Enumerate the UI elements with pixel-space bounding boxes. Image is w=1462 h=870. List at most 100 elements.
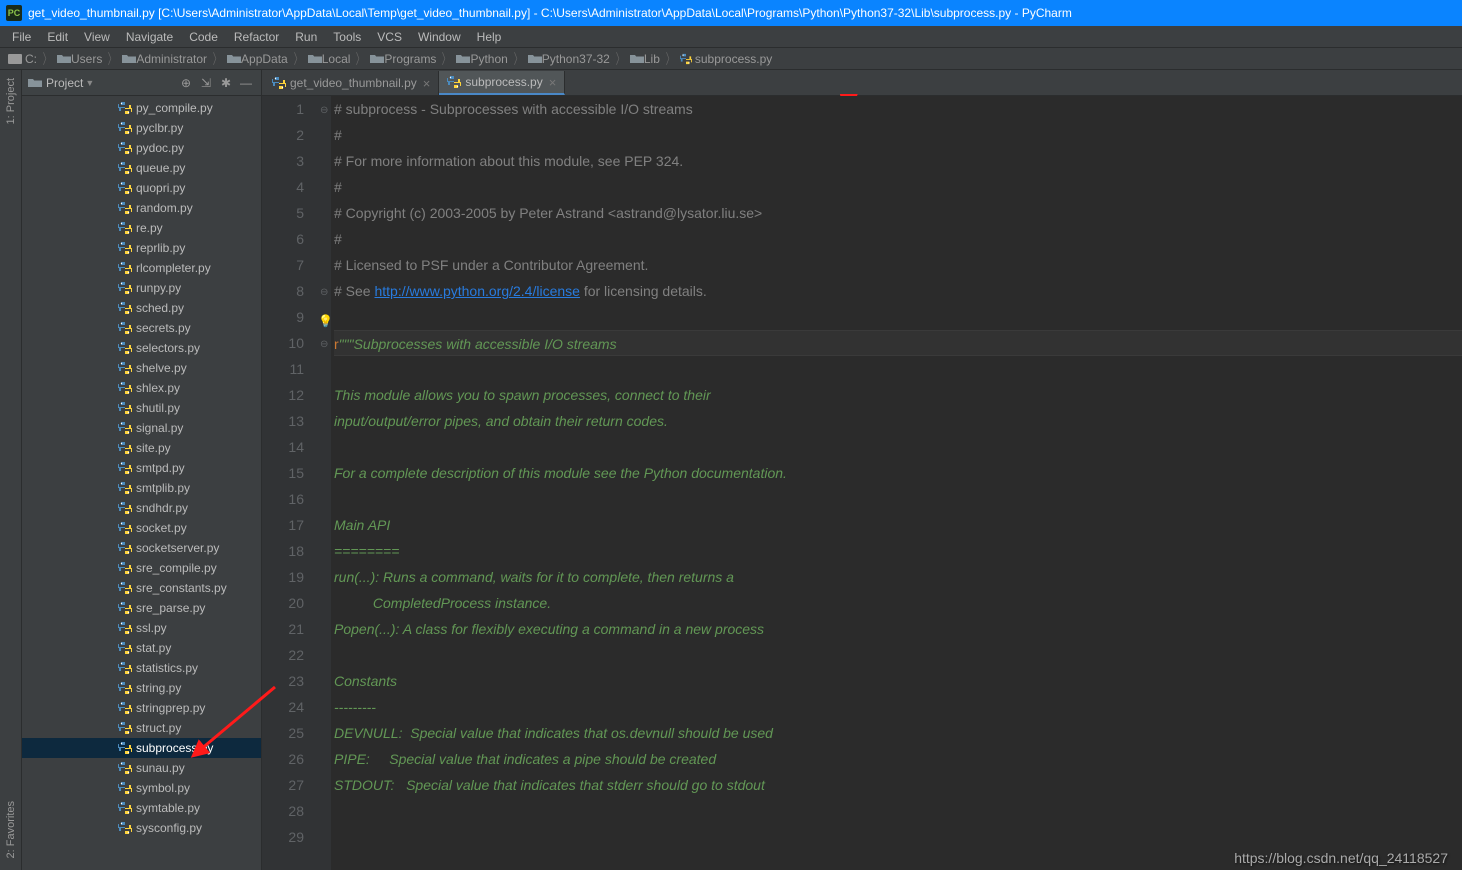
project-header: Project ▼ ⊕ ⇲ ✱ — [22,70,261,96]
file-item[interactable]: ssl.py [22,618,261,638]
file-item[interactable]: re.py [22,218,261,238]
crumb-disk[interactable]: C: [6,52,39,66]
file-item[interactable]: quopri.py [22,178,261,198]
file-item[interactable]: shelve.py [22,358,261,378]
file-item[interactable]: sre_parse.py [22,598,261,618]
menu-run[interactable]: Run [287,28,325,46]
menu-tools[interactable]: Tools [325,28,369,46]
file-item[interactable]: selectors.py [22,338,261,358]
file-item[interactable]: random.py [22,198,261,218]
crumb-local[interactable]: Local [306,52,353,66]
file-item[interactable]: statistics.py [22,658,261,678]
python-file-icon [118,321,132,335]
tab-label: get_video_thumbnail.py [290,76,417,90]
file-item[interactable]: py_compile.py [22,98,261,118]
file-item[interactable]: struct.py [22,718,261,738]
file-label: re.py [136,221,163,235]
gear-icon[interactable]: ✱ [217,74,235,92]
file-item[interactable]: smtplib.py [22,478,261,498]
crumb-appdata[interactable]: AppData [225,52,290,66]
close-icon[interactable]: × [549,75,557,90]
file-item[interactable]: shlex.py [22,378,261,398]
file-item[interactable]: stringprep.py [22,698,261,718]
file-item[interactable]: string.py [22,678,261,698]
file-label: subprocess.py [136,741,213,755]
editor-tabs: get_video_thumbnail.py × subprocess.py × [262,70,1462,96]
python-file-icon [118,121,132,135]
file-label: rlcompleter.py [136,261,211,275]
folder-icon [630,53,644,64]
python-file-icon [118,641,132,655]
locate-icon[interactable]: ⊕ [177,74,195,92]
tool-tab-project[interactable]: 1: Project [3,70,19,132]
file-label: socket.py [136,521,187,535]
file-item[interactable]: rlcompleter.py [22,258,261,278]
file-tree[interactable]: py_compile.pypyclbr.pypydoc.pyqueue.py qu… [22,96,261,870]
menu-window[interactable]: Window [410,28,469,46]
python-file-icon [118,241,132,255]
menu-view[interactable]: View [76,28,118,46]
file-item[interactable]: symbol.py [22,778,261,798]
tool-tab-favorites[interactable]: 2: Favorites [3,793,19,866]
hide-icon[interactable]: — [237,74,255,92]
file-item[interactable]: queue.py [22,158,261,178]
menu-navigate[interactable]: Navigate [118,28,181,46]
crumb-users[interactable]: Users [55,52,104,66]
menu-help[interactable]: Help [469,28,510,46]
file-item[interactable]: stat.py [22,638,261,658]
crumb-python[interactable]: Python [454,52,509,66]
file-label: statistics.py [136,661,198,675]
breadcrumb: C:〉 Users〉 Administrator〉 AppData〉 Local… [0,48,1462,70]
menu-edit[interactable]: Edit [39,28,76,46]
file-item[interactable]: site.py [22,438,261,458]
file-item[interactable]: pyclbr.py [22,118,261,138]
file-label: secrets.py [136,321,191,335]
file-label: signal.py [136,421,183,435]
file-item[interactable]: sre_constants.py [22,578,261,598]
crumb-programs[interactable]: Programs [368,52,438,66]
file-item[interactable]: sysconfig.py [22,818,261,838]
tab-subprocess[interactable]: subprocess.py × [439,71,565,95]
file-item[interactable]: socketserver.py [22,538,261,558]
file-item[interactable]: sched.py [22,298,261,318]
file-item[interactable]: symtable.py [22,798,261,818]
crumb-admin[interactable]: Administrator [120,52,209,66]
file-item[interactable]: secrets.py [22,318,261,338]
file-label: quopri.py [136,181,185,195]
tab-get-video-thumbnail[interactable]: get_video_thumbnail.py × [264,71,439,95]
collapse-icon[interactable]: ⇲ [197,74,215,92]
file-item[interactable]: smtpd.py [22,458,261,478]
python-file-icon [118,721,132,735]
python-file-icon [118,281,132,295]
close-icon[interactable]: × [423,76,431,91]
menu-vcs[interactable]: VCS [369,28,410,46]
menu-file[interactable]: File [4,28,39,46]
python-file-icon [118,661,132,675]
file-item[interactable]: pydoc.py [22,138,261,158]
python-file-icon [118,221,132,235]
file-item[interactable]: reprlib.py [22,238,261,258]
file-item[interactable]: socket.py [22,518,261,538]
menu-refactor[interactable]: Refactor [226,28,287,46]
python-file-icon [118,541,132,555]
code-editor[interactable]: 1234567891011121314151617181920212223242… [262,96,1462,870]
project-sidebar: Project ▼ ⊕ ⇲ ✱ — py_compile.pypyclbr.py… [22,70,262,870]
file-item[interactable]: subprocess.py [22,738,261,758]
file-label: symbol.py [136,781,190,795]
chevron-down-icon[interactable]: ▼ [85,78,94,88]
file-item[interactable]: runpy.py [22,278,261,298]
file-item[interactable]: sunau.py [22,758,261,778]
file-item[interactable]: sre_compile.py [22,558,261,578]
crumb-python3732[interactable]: Python37-32 [526,52,612,66]
python-file-icon [118,401,132,415]
code-content[interactable]: # subprocess - Subprocesses with accessi… [332,96,1462,870]
crumb-lib[interactable]: Lib [628,52,662,66]
crumb-file[interactable]: subprocess.py [678,52,774,66]
menu-code[interactable]: Code [181,28,226,46]
file-item[interactable]: signal.py [22,418,261,438]
file-item[interactable]: sndhdr.py [22,498,261,518]
file-label: smtpd.py [136,461,185,475]
folder-icon [456,53,470,64]
file-item[interactable]: shutil.py [22,398,261,418]
python-file-icon [447,75,461,89]
